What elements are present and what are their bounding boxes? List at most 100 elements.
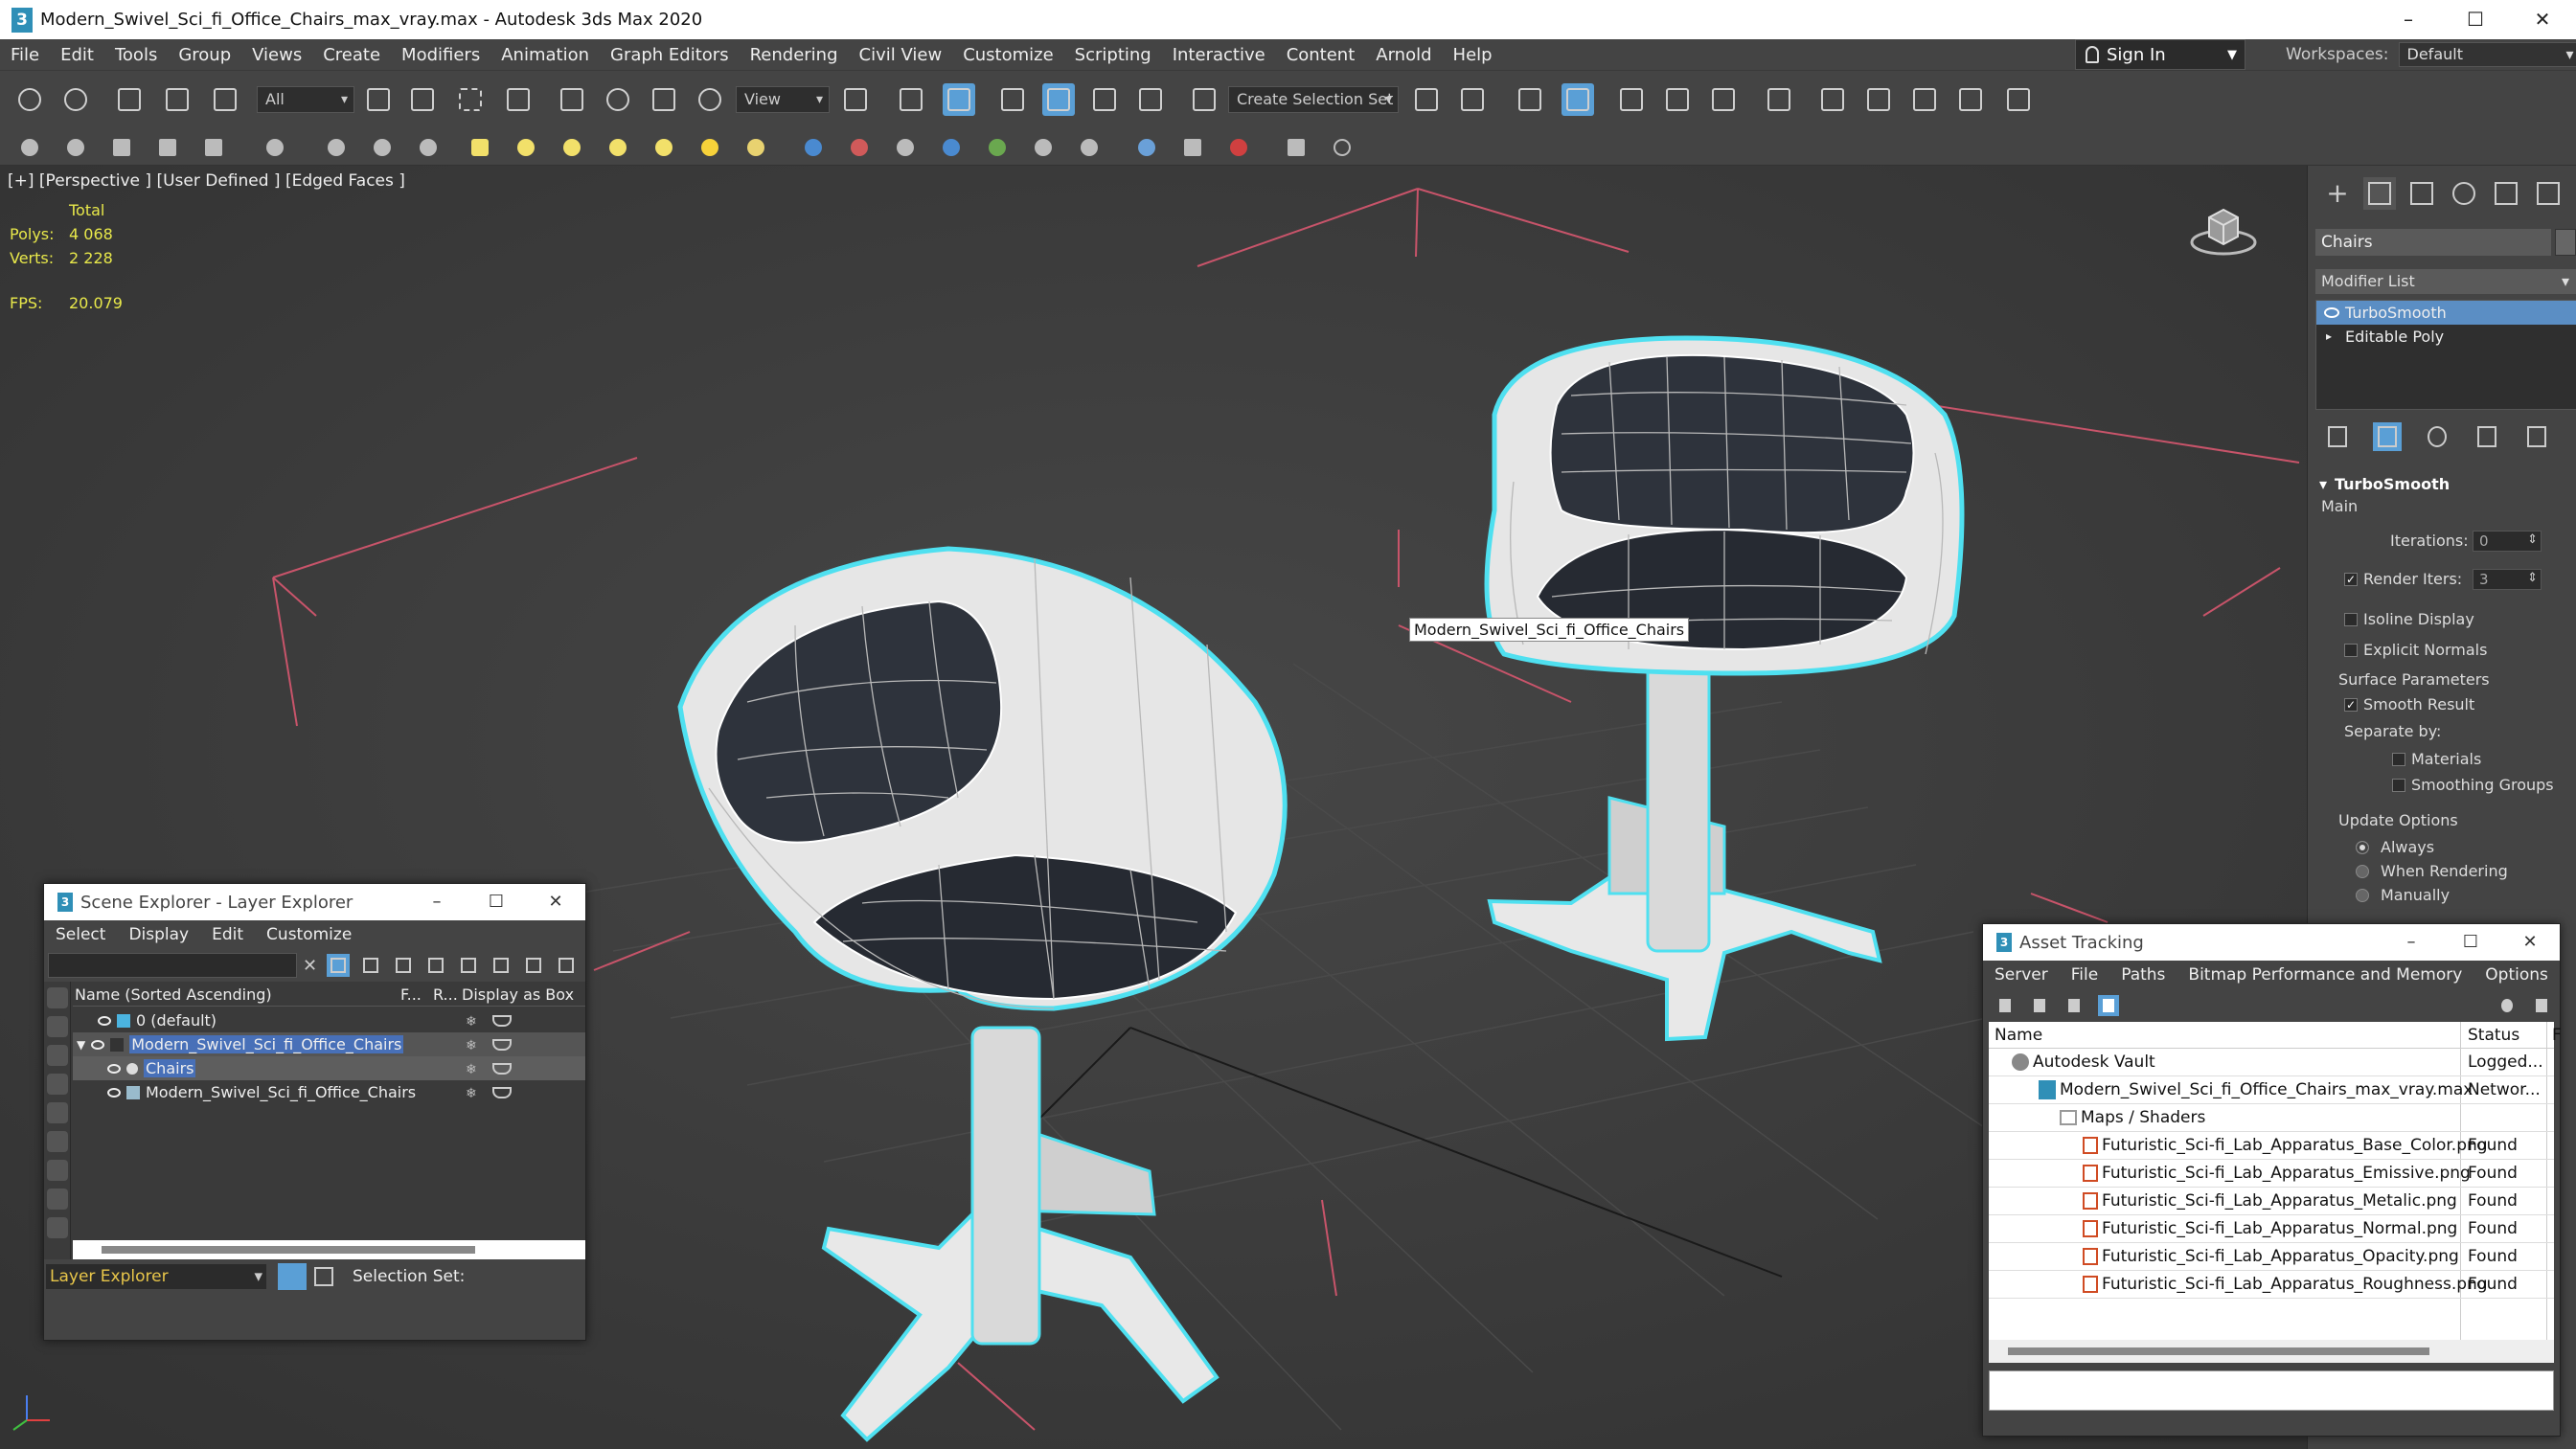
smoothing-groups-checkbox[interactable] (2392, 779, 2405, 792)
close-button[interactable]: ✕ (2509, 0, 2576, 39)
menu-edit[interactable]: Edit (50, 45, 104, 65)
column-name[interactable]: Name (1995, 1026, 2042, 1045)
display-xrefs-icon[interactable] (47, 1189, 68, 1210)
menu-create[interactable]: Create (312, 45, 391, 65)
toggle-scene-explorer-icon[interactable] (1514, 83, 1546, 116)
help-icon[interactable] (2496, 995, 2518, 1016)
menu-customize[interactable]: Customize (255, 925, 363, 944)
menu-tools[interactable]: Tools (104, 45, 168, 65)
fur-generator-icon[interactable] (893, 135, 918, 160)
schematic-view-icon[interactable] (1707, 83, 1740, 116)
freeze-icon[interactable]: ❄ (466, 1062, 479, 1077)
edit-named-selection-icon[interactable] (1188, 83, 1220, 116)
stack-item-turbosmooth[interactable]: TurboSmooth (2316, 301, 2576, 325)
object-color-swatch[interactable] (2555, 229, 2576, 256)
ies-light-icon[interactable] (651, 135, 676, 160)
render-production-icon[interactable] (1908, 83, 1941, 116)
clipper-icon[interactable] (1077, 135, 1102, 160)
mirror-icon[interactable] (1410, 83, 1443, 116)
mesh-light-icon[interactable] (605, 135, 630, 160)
menu-bitmap-performance[interactable]: Bitmap Performance and Memory (2177, 965, 2473, 985)
rectangular-selection-icon[interactable] (454, 83, 487, 116)
menu-views[interactable]: Views (241, 45, 312, 65)
material-editor-icon[interactable] (1763, 83, 1795, 116)
rollout-header[interactable]: TurboSmooth (2315, 472, 2576, 497)
menu-rendering[interactable]: Rendering (740, 45, 849, 65)
volume-grid-icon[interactable] (985, 135, 1010, 160)
material-ball-icon[interactable] (1134, 135, 1159, 160)
tree-row-group-object[interactable]: Modern_Swivel_Sci_fi_Office_Chairs ❄ (73, 1080, 585, 1104)
render-setup-icon[interactable] (1816, 83, 1849, 116)
clear-search-icon[interactable]: ✕ (303, 956, 317, 976)
fur-icon[interactable] (801, 135, 826, 160)
stack-item-editable-poly[interactable]: ▸ Editable Poly (2316, 325, 2576, 349)
make-current-layer-icon[interactable] (457, 954, 480, 977)
column-f[interactable]: F (2552, 1026, 2562, 1045)
asset-row-bitmap[interactable]: Futuristic_Sci-fi_Lab_Apparatus_Normal.p… (1989, 1215, 2554, 1243)
explorer-mode-select[interactable]: Layer Explorer (46, 1264, 266, 1289)
sign-in-button[interactable]: Sign In ▼ (2075, 39, 2245, 70)
menu-content[interactable]: Content (1276, 45, 1366, 65)
menu-display[interactable]: Display (117, 925, 200, 944)
hierarchy-tab-icon[interactable] (2405, 177, 2438, 210)
iterations-spinner[interactable]: 0 (2473, 531, 2542, 552)
freeze-icon[interactable]: ❄ (466, 1086, 479, 1101)
scale-icon[interactable] (648, 83, 680, 116)
display-tab-icon[interactable] (2490, 177, 2522, 210)
maximize-button[interactable]: ☐ (2441, 924, 2500, 961)
display-cameras-icon[interactable] (47, 1074, 68, 1095)
lock-icon[interactable] (359, 954, 382, 977)
a360-gallery-icon[interactable] (2002, 83, 2035, 116)
menu-select[interactable]: Select (44, 925, 117, 944)
sphere-light-icon[interactable] (559, 135, 584, 160)
freeze-icon[interactable]: ❄ (466, 1038, 479, 1053)
render-in-cloud-icon[interactable] (1954, 83, 1987, 116)
minimize-button[interactable]: – (2382, 924, 2441, 961)
tree-row-chairs-object[interactable]: Chairs ❄ (73, 1056, 585, 1080)
particle-icon[interactable] (416, 135, 441, 160)
search-input[interactable] (48, 953, 297, 978)
teapot-icon[interactable] (492, 1062, 512, 1075)
add-to-layer-icon[interactable] (424, 954, 447, 977)
teapot-icon[interactable] (492, 1038, 512, 1051)
horizontal-scrollbar[interactable] (1989, 1340, 2554, 1363)
highlight-icon[interactable] (522, 954, 545, 977)
undo-icon[interactable] (13, 83, 46, 116)
materials-checkbox[interactable] (2392, 753, 2405, 766)
cloud-icon[interactable] (63, 135, 88, 160)
when-rendering-radio[interactable] (2356, 865, 2369, 878)
isolate-icon[interactable] (262, 135, 287, 160)
show-end-result-icon[interactable] (2373, 422, 2402, 451)
menu-animation[interactable]: Animation (490, 45, 600, 65)
menu-graph-editors[interactable]: Graph Editors (600, 45, 740, 65)
list-view-icon[interactable] (2029, 995, 2050, 1016)
maximize-button[interactable]: ☐ (2442, 0, 2509, 39)
display-shapes-icon[interactable] (47, 1016, 68, 1037)
infinite-plane-icon[interactable] (939, 135, 964, 160)
asset-path-field[interactable] (1989, 1370, 2554, 1411)
asset-row-bitmap[interactable]: Futuristic_Sci-fi_Lab_Apparatus_Emissive… (1989, 1160, 2554, 1188)
select-manipulate-icon[interactable] (895, 83, 927, 116)
asset-row-bitmap[interactable]: Futuristic_Sci-fi_Lab_Apparatus_Opacity.… (1989, 1243, 2554, 1271)
menu-scripting[interactable]: Scripting (1064, 45, 1162, 65)
menu-options[interactable]: Options (2473, 965, 2560, 985)
window-crossing-icon[interactable] (502, 83, 535, 116)
create-tab-icon[interactable]: + (2321, 177, 2354, 210)
bone-icon[interactable] (370, 135, 395, 160)
teapot-icon[interactable] (492, 1014, 512, 1027)
display-spacewarps-icon[interactable] (47, 1131, 68, 1152)
keyboard-shortcut-override-icon[interactable] (943, 83, 975, 116)
column-frozen[interactable]: F... (400, 985, 433, 1004)
asset-row-bitmap[interactable]: Futuristic_Sci-fi_Lab_Apparatus_Metalic.… (1989, 1188, 2554, 1215)
spinner-snap-icon[interactable] (1134, 83, 1167, 116)
help-icon[interactable] (1330, 135, 1355, 160)
remove-modifier-icon[interactable] (2473, 422, 2501, 451)
cylinder-icon[interactable] (155, 135, 180, 160)
close-button[interactable]: ✕ (2500, 924, 2560, 961)
workspace-select[interactable]: Default (2398, 42, 2576, 67)
display-bones-icon[interactable] (47, 1217, 68, 1238)
column-display-as-box[interactable]: Display as Box (462, 985, 574, 1004)
curve-editor-icon[interactable] (1661, 83, 1694, 116)
tree-row-default-layer[interactable]: 0 (default) ❄ (73, 1008, 585, 1032)
minimize-button[interactable]: – (407, 884, 467, 920)
